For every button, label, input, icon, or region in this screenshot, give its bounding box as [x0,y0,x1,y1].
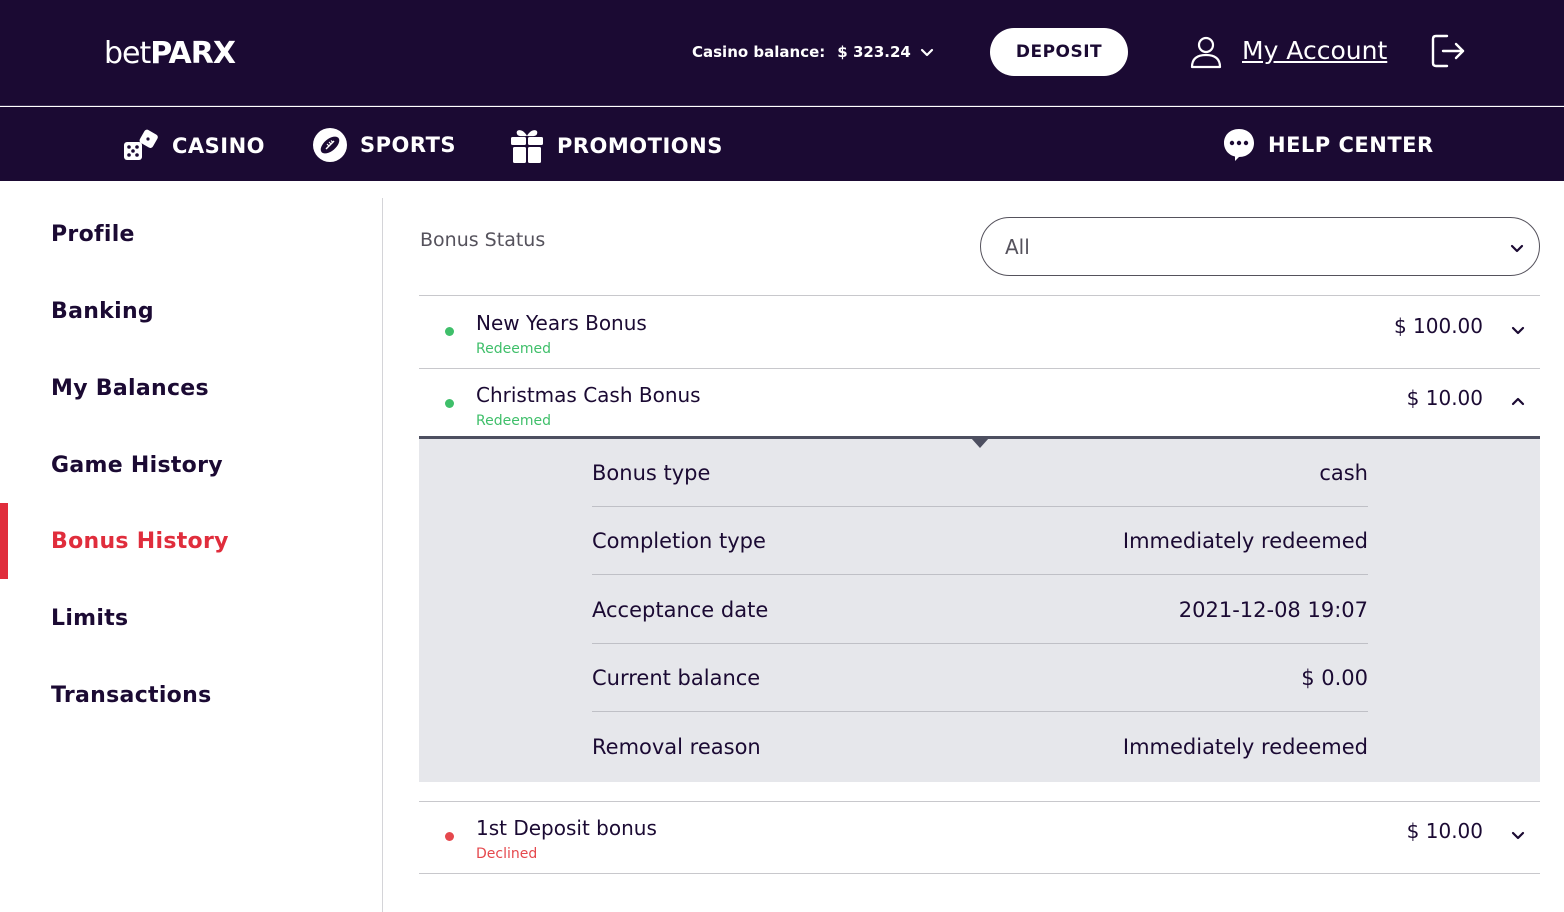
detail-row: Bonus type cash [592,439,1368,507]
detail-key: Acceptance date [592,598,769,622]
main-nav: CASINO SPORTS PROMOTIONS HELP CENTER [0,107,1564,181]
bonus-amount: $ 10.00 [1406,819,1483,843]
chevron-down-icon [1510,244,1524,253]
detail-key: Removal reason [592,735,761,759]
bonus-row[interactable]: Christmas Cash Bonus Redeemed $ 10.00 [419,368,1540,440]
detail-row: Removal reason Immediately redeemed [592,713,1368,781]
bonus-status: Redeemed [476,341,551,357]
detail-divider [592,711,1368,712]
bonus-name: New Years Bonus [476,311,647,335]
nav-help-center[interactable]: HELP CENTER [1222,127,1434,163]
account-sidebar: Profile Banking My Balances Game History… [0,198,383,912]
bonus-row[interactable]: 1st Deposit bonus Declined $ 10.00 [419,801,1540,873]
dice-icon [124,129,158,160]
bonus-status: Redeemed [476,413,551,429]
bonus-name: Christmas Cash Bonus [476,383,701,407]
football-icon [313,128,347,162]
detail-key: Completion type [592,529,766,553]
chevron-down-icon[interactable] [1510,827,1526,843]
chevron-down-icon [920,48,933,57]
user-icon[interactable] [1188,34,1224,70]
casino-balance-dropdown[interactable]: Casino balance: $ 323.24 [692,43,935,61]
nav-casino[interactable]: CASINO [122,127,265,165]
nav-promotions[interactable]: PROMOTIONS [509,127,723,165]
bonus-name: 1st Deposit bonus [476,816,657,840]
nav-sports[interactable]: SPORTS [312,127,456,163]
detail-value: cash [1319,461,1368,485]
bonus-details-panel: Bonus type cash Completion type Immediat… [419,436,1540,782]
detail-value: Immediately redeemed [1122,529,1368,553]
sidebar-item-limits[interactable]: Limits [51,606,128,631]
chat-bubble-icon [1224,129,1254,161]
nav-promotions-label: PROMOTIONS [557,134,723,158]
logo-text-light: bet [104,36,151,71]
deposit-button[interactable]: DEPOSIT [990,28,1128,76]
sidebar-item-game-history[interactable]: Game History [51,453,223,478]
sidebar-item-transactions[interactable]: Transactions [51,683,211,708]
nav-help-label: HELP CENTER [1268,133,1434,157]
detail-key: Bonus type [592,461,711,485]
status-dot [445,399,454,408]
bonus-status-select[interactable]: All [980,217,1540,276]
nav-sports-label: SPORTS [360,133,457,157]
detail-row: Acceptance date 2021-12-08 19:07 [592,576,1368,644]
bonus-status-label: Bonus Status [420,229,546,251]
detail-row: Current balance $ 0.00 [592,644,1368,712]
chevron-down-icon[interactable] [1510,322,1526,338]
bonus-status: Declined [476,846,538,862]
balance-value: $ 323.24 [837,43,911,61]
sidebar-item-banking[interactable]: Banking [51,299,154,324]
sidebar-item-bonus-history[interactable]: Bonus History [51,529,229,554]
logout-icon[interactable] [1430,32,1468,70]
detail-value: Immediately redeemed [1122,735,1368,759]
status-dot [445,832,454,841]
bonus-row[interactable]: New Years Bonus Redeemed $ 100.00 [419,296,1540,368]
gift-icon [511,130,543,163]
divider [419,873,1540,874]
detail-divider [592,574,1368,575]
nav-casino-label: CASINO [172,134,266,158]
top-header: betPARX Casino balance: $ 323.24 DEPOSIT… [0,0,1564,106]
betparx-logo[interactable]: betPARX [104,36,236,71]
detail-row: Completion type Immediately redeemed [592,507,1368,575]
bonus-amount: $ 100.00 [1393,314,1483,338]
chevron-up-icon[interactable] [1510,394,1526,410]
sidebar-item-my-balances[interactable]: My Balances [51,376,209,401]
sidebar-item-profile[interactable]: Profile [51,222,135,247]
select-value: All [1005,235,1030,259]
detail-value: $ 0.00 [1301,666,1368,690]
logo-text-bold: PARX [150,36,236,71]
detail-value: 2021-12-08 19:07 [1178,598,1368,622]
balance-label: Casino balance: [692,43,826,61]
detail-key: Current balance [592,666,761,690]
status-dot [445,327,454,336]
active-indicator [0,503,8,579]
my-account-link[interactable]: My Account [1242,36,1387,65]
bonus-amount: $ 10.00 [1406,386,1483,410]
